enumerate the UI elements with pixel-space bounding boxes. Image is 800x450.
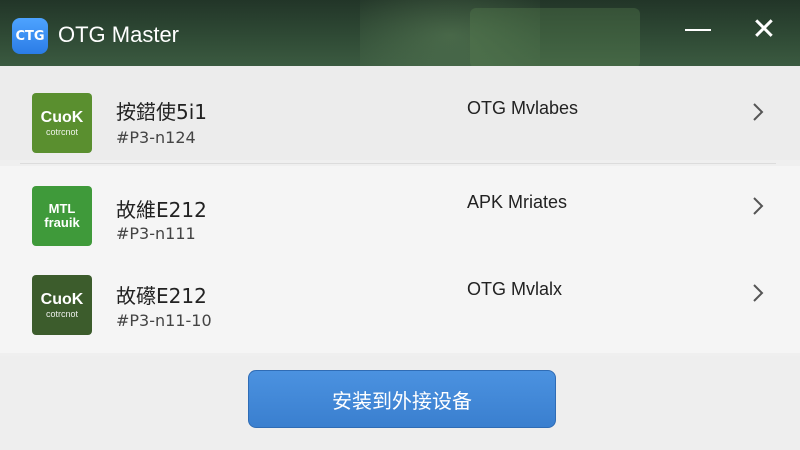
install-to-external-device-button[interactable]: 安装到外接设备: [248, 370, 556, 428]
item-id: #P3-n111: [116, 224, 196, 243]
action-bar: 安装到外接设备: [0, 356, 800, 450]
window-title: OTG Master: [58, 22, 180, 47]
app-thumbnail: MTL frauik: [32, 186, 92, 246]
app-thumbnail-subtext: cotrcnot: [45, 126, 78, 137]
list-item[interactable]: CuoK cotrcnot 按鍣使5i1 #P3-n124 OTG Mvlabe…: [0, 66, 800, 164]
app-thumbnail-subtext: cotrcnot: [45, 308, 78, 319]
title-bar: CTG OTG Master ✕: [0, 0, 800, 66]
app-thumbnail: CuoK cotrcnot: [32, 275, 92, 335]
app-icon: CTG: [12, 18, 48, 54]
list-item[interactable]: CuoK cotrcnot 故礤E212 #P3-n11-10 OTG Mvla…: [0, 259, 800, 353]
app-thumbnail-text: CuoK: [40, 290, 84, 308]
item-type: OTG Mvlalx: [467, 279, 563, 299]
item-name: 故礤E212: [116, 284, 207, 308]
item-name: 按鍣使5i1: [116, 100, 208, 124]
minimize-button[interactable]: [678, 12, 718, 48]
close-button[interactable]: ✕: [744, 12, 784, 48]
divider: [20, 163, 776, 164]
chevron-right-icon[interactable]: [750, 282, 766, 304]
item-id: #P3-n124: [116, 128, 196, 147]
device-app-list: CuoK cotrcnot 按鍣使5i1 #P3-n124 OTG Mvlabe…: [0, 66, 800, 356]
item-type: OTG Mvlabes: [467, 98, 579, 118]
app-thumbnail-text: MTL frauik: [44, 201, 80, 230]
app-icon-text: CTG: [15, 28, 45, 44]
app-thumbnail: CuoK cotrcnot: [32, 93, 92, 153]
otg-master-window: CTG OTG Master ✕ CuoK cotrcnot 按鍣使5i1 #P…: [0, 0, 800, 450]
chevron-right-icon[interactable]: [750, 195, 766, 217]
chevron-right-icon[interactable]: [750, 101, 766, 123]
item-type: APK Mriates: [467, 192, 568, 212]
app-thumbnail-text: CuoK: [40, 108, 84, 126]
item-name: 故維E212: [116, 198, 207, 222]
title-bar-background-panel: [470, 8, 640, 66]
item-id: #P3-n11-10: [116, 311, 212, 330]
close-icon: ✕: [751, 12, 777, 47]
list-item[interactable]: MTL frauik 故維E212 #P3-n111 APK Mriates: [0, 166, 800, 264]
minimize-icon: [685, 29, 711, 31]
